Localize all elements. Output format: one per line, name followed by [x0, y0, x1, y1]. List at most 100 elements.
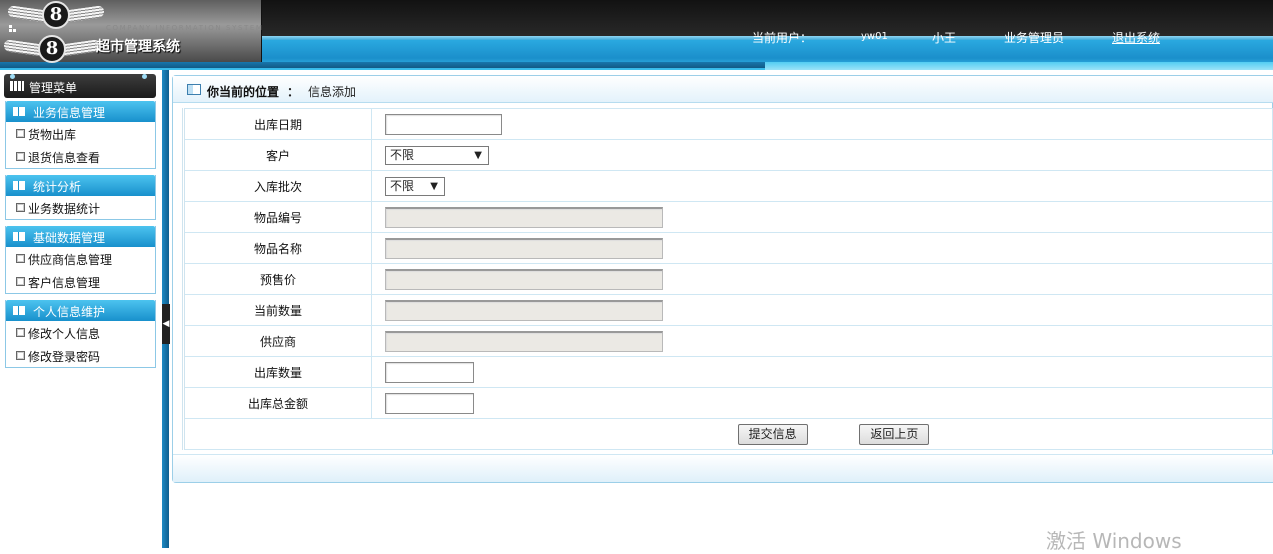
form-row: 供应商: [183, 325, 1273, 357]
page-icon: [16, 129, 25, 138]
main-panel: 你当前的位置 ： 信息添加 出库日期 客户 不限 ▼ 入库批次 不限 ▼ 物品编号 …: [172, 75, 1273, 483]
dropdown-arrow-icon: ▼: [430, 180, 438, 192]
field-label-item-name: 物品名称: [183, 232, 372, 264]
sidebar-item-supplier-info[interactable]: 供应商信息管理: [6, 247, 155, 270]
form-actions-row: 提交信息 返回上页: [183, 418, 1273, 450]
outbound-form: 出库日期 客户 不限 ▼ 入库批次 不限 ▼ 物品编号 物品名称 预售价 当前数量 …: [182, 108, 1273, 450]
sidebar-item-label: 修改个人信息: [28, 327, 101, 341]
item-code-field: [385, 206, 663, 228]
header-band-line: [0, 62, 765, 68]
field-label-outbound-qty: 出库数量: [183, 356, 372, 388]
sidebar-item-label: 业务数据统计: [28, 202, 101, 216]
header-band-right: [765, 62, 1273, 70]
customer-selected-value: 不限: [390, 147, 415, 162]
current-user-label: 当前用户：: [752, 31, 813, 45]
sidebar-item-label: 客户信息管理: [28, 276, 101, 290]
item-name-field: [385, 237, 663, 259]
form-row: 出库日期: [183, 108, 1273, 140]
field-label-presale-price: 预售价: [183, 263, 372, 295]
winged-logo-icon: 8: [8, 0, 104, 30]
sidebar-item-label: 货物出库: [28, 128, 77, 142]
sidebar-item-customer-info[interactable]: 客户信息管理: [6, 270, 155, 293]
page-icon: [16, 351, 25, 360]
book-icon: [13, 306, 25, 315]
sidebar-item-change-password[interactable]: 修改登录密码: [6, 344, 155, 367]
sidebar: 管理菜单 业务信息管理 货物出库 退货信息查看 统计分析 业务数据统计 基础数据…: [0, 70, 162, 548]
outbound-total-input[interactable]: [385, 392, 474, 414]
breadcrumb-separator: ：: [287, 85, 300, 99]
page-icon: [16, 328, 25, 337]
form-row: 预售价: [183, 263, 1273, 295]
book-icon: [13, 181, 25, 190]
form-row: 出库数量: [183, 356, 1273, 388]
menu-group-basic-data: 基础数据管理 供应商信息管理 客户信息管理: [5, 226, 156, 294]
activation-watermark: 激活 Windows: [1046, 529, 1182, 553]
grid-menu-icon: [10, 81, 24, 91]
sidebar-item-goods-outbound[interactable]: 货物出库: [6, 122, 155, 145]
breadcrumb-label: 你当前的位置: [207, 85, 280, 99]
page-icon: [16, 203, 25, 212]
menu-group-statistics: 统计分析 业务数据统计: [5, 175, 156, 220]
menu-title: 管理菜单: [29, 81, 78, 95]
menu-group-header[interactable]: 基础数据管理: [6, 226, 155, 247]
outbound-quantity-input[interactable]: [385, 361, 474, 383]
batch-select[interactable]: 不限 ▼: [385, 176, 445, 196]
collapse-sidebar-icon[interactable]: ◀: [162, 304, 170, 344]
menu-group-title: 统计分析: [33, 180, 82, 194]
window-icon: [187, 84, 201, 95]
sidebar-item-label: 供应商信息管理: [28, 253, 113, 267]
menu-group-title: 业务信息管理: [33, 106, 106, 120]
form-row: 物品编号: [183, 201, 1273, 233]
customer-select[interactable]: 不限 ▼: [385, 145, 489, 165]
field-label-batch: 入库批次: [183, 170, 372, 202]
panel-footer: [173, 454, 1273, 482]
logout-link[interactable]: 退出系统: [1112, 29, 1160, 46]
menu-group-business: 业务信息管理 货物出库 退货信息查看: [5, 101, 156, 169]
company-subtitle: COMPANY INFORMATION SYSTEM: [106, 24, 264, 32]
breadcrumb-current: 信息添加: [308, 85, 357, 99]
winged-logo-icon: 8: [4, 34, 100, 64]
outbound-date-input[interactable]: [385, 113, 502, 135]
menu-group-personal: 个人信息维护 修改个人信息 修改登录密码: [5, 300, 156, 368]
form-row: 物品名称: [183, 232, 1273, 264]
form-row: 当前数量: [183, 294, 1273, 326]
app-header: 8 8 COMPANY INFORMATION SYSTEM 超市管理系统 当前…: [0, 0, 1273, 70]
batch-selected-value: 不限: [390, 178, 415, 193]
current-quantity-field: [385, 299, 663, 321]
form-row: 出库总金额: [183, 387, 1273, 419]
breadcrumb: 你当前的位置 ： 信息添加: [173, 76, 1273, 103]
field-label-outbound-total: 出库总金额: [183, 387, 372, 419]
sidebar-item-business-stats[interactable]: 业务数据统计: [6, 196, 155, 219]
sidebar-item-label: 修改登录密码: [28, 350, 101, 364]
menu-group-header[interactable]: 统计分析: [6, 175, 155, 196]
page-icon: [16, 152, 25, 161]
field-label-current-qty: 当前数量: [183, 294, 372, 326]
sidebar-item-returns-view[interactable]: 退货信息查看: [6, 145, 155, 168]
menu-group-title: 个人信息维护: [33, 305, 106, 319]
sidebar-item-label: 退货信息查看: [28, 151, 101, 165]
form-row: 客户 不限 ▼: [183, 139, 1273, 171]
logo-area: 8 8 COMPANY INFORMATION SYSTEM 超市管理系统: [0, 0, 264, 64]
page-icon: [16, 254, 25, 263]
form-row: 入库批次 不限 ▼: [183, 170, 1273, 202]
app-title: 超市管理系统: [96, 39, 180, 55]
sidebar-item-edit-profile[interactable]: 修改个人信息: [6, 321, 155, 344]
submit-button[interactable]: 提交信息: [737, 423, 808, 445]
book-icon: [13, 232, 25, 241]
user-role: 业务管理员: [1004, 31, 1065, 45]
presale-price-field: [385, 268, 663, 290]
book-icon: [13, 107, 25, 116]
dropdown-arrow-icon: ▼: [474, 149, 482, 161]
back-button[interactable]: 返回上页: [859, 423, 930, 445]
current-user-id: yw01: [861, 31, 888, 42]
page-icon: [16, 277, 25, 286]
field-label-supplier: 供应商: [183, 325, 372, 357]
menu-group-header[interactable]: 业务信息管理: [6, 101, 155, 122]
menu-group-header[interactable]: 个人信息维护: [6, 300, 155, 321]
current-user-name: 小王: [932, 31, 957, 45]
field-label-customer: 客户: [183, 139, 372, 171]
supplier-field: [385, 330, 663, 352]
field-label-item-code: 物品编号: [183, 201, 372, 233]
field-label-date: 出库日期: [183, 108, 372, 140]
grip-dots-icon: [9, 25, 19, 35]
